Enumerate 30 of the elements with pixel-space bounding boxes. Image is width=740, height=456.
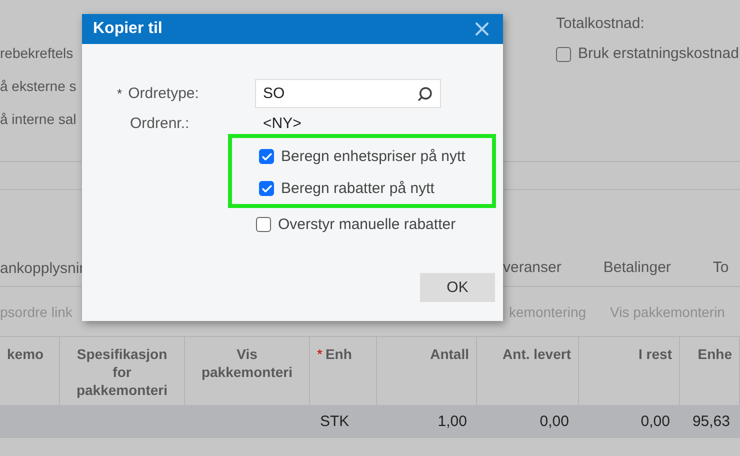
field-label: å eksterne s <box>0 77 76 96</box>
field-label: Totalkostnad: <box>556 14 644 34</box>
checkbox-label: Beregn enhetspriser på nytt <box>281 148 466 165</box>
tab[interactable]: ankopplysnir <box>0 260 84 278</box>
checkbox[interactable] <box>259 181 274 196</box>
table-cell: 95,63 <box>680 405 740 438</box>
table-cell: STK <box>310 405 377 438</box>
dialog-title: Kopier til <box>93 20 162 38</box>
field-value: <NY> <box>263 114 302 132</box>
checkbox-label: Bruk erstatningskostnad <box>578 44 739 64</box>
checkbox[interactable] <box>556 46 571 62</box>
field-label: rebekreftels <box>0 44 74 63</box>
tab[interactable]: veranser <box>503 258 562 280</box>
checkbox-label: Beregn rabatter på nytt <box>281 180 434 197</box>
order-type-field[interactable]: SO <box>255 79 441 108</box>
checkbox[interactable] <box>259 149 274 164</box>
table-cell: 1,00 <box>377 405 477 438</box>
checkbox-label: Overstyr manuelle rabatter <box>278 216 456 233</box>
tab[interactable]: Betalinger <box>603 258 671 280</box>
checkbox[interactable] <box>256 217 271 232</box>
search-icon[interactable] <box>417 86 433 102</box>
field-label: Ordrenr.: <box>130 114 190 132</box>
table-cell: 0,00 <box>579 405 680 438</box>
field-label: å interne sal <box>0 110 76 129</box>
table-cell: 0,00 <box>477 405 579 438</box>
required-mark: * <box>117 86 122 101</box>
required-mark: * <box>317 346 322 362</box>
tab[interactable]: To <box>712 258 729 280</box>
ok-button[interactable]: OK <box>420 273 495 302</box>
field-label: Ordretype: <box>128 85 199 102</box>
